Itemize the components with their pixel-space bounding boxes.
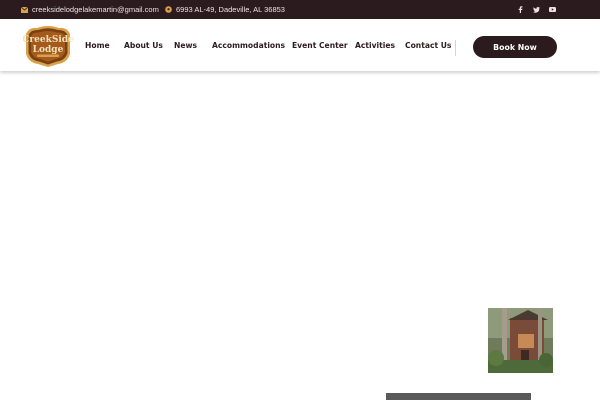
- email-contact[interactable]: creeksidelodgelakemartin@gmail.com: [21, 0, 159, 19]
- logo-text-line1: CreekSide: [23, 35, 73, 45]
- address-text: 6993 AL-49, Dadeville, AL 36853: [176, 5, 285, 14]
- book-now-button[interactable]: Book Now: [473, 36, 557, 58]
- logo-text-line2: Lodge: [33, 45, 64, 55]
- facebook-icon[interactable]: [517, 6, 524, 13]
- creekside-lodge-logo[interactable]: CreekSide Lodge: [22, 25, 74, 67]
- bottom-image: [386, 393, 531, 400]
- nav-accommodations[interactable]: Accommodations: [212, 41, 285, 50]
- location-icon: [165, 6, 172, 13]
- top-contact-bar: creeksidelodgelakemartin@gmail.com 6993 …: [0, 0, 600, 19]
- nav-event-center[interactable]: Event Center: [292, 41, 348, 50]
- nav-home[interactable]: Home: [85, 41, 110, 50]
- nav-news[interactable]: News: [174, 41, 197, 50]
- nav-about-us[interactable]: About Us: [124, 41, 163, 50]
- twitter-icon[interactable]: [533, 6, 540, 13]
- envelope-icon: [21, 6, 28, 13]
- nav-contact-us[interactable]: Contact Us: [405, 41, 451, 50]
- email-text: creeksidelodgelakemartin@gmail.com: [32, 5, 159, 14]
- youtube-icon[interactable]: [549, 6, 556, 13]
- lodge-photo-thumbnail[interactable]: [488, 308, 553, 373]
- address-contact[interactable]: 6993 AL-49, Dadeville, AL 36853: [165, 0, 285, 19]
- nav-divider: [455, 40, 456, 56]
- nav-activities[interactable]: Activities: [355, 41, 395, 50]
- site-header: CreekSide Lodge Home About Us News Accom…: [0, 19, 600, 71]
- social-links: [517, 0, 556, 19]
